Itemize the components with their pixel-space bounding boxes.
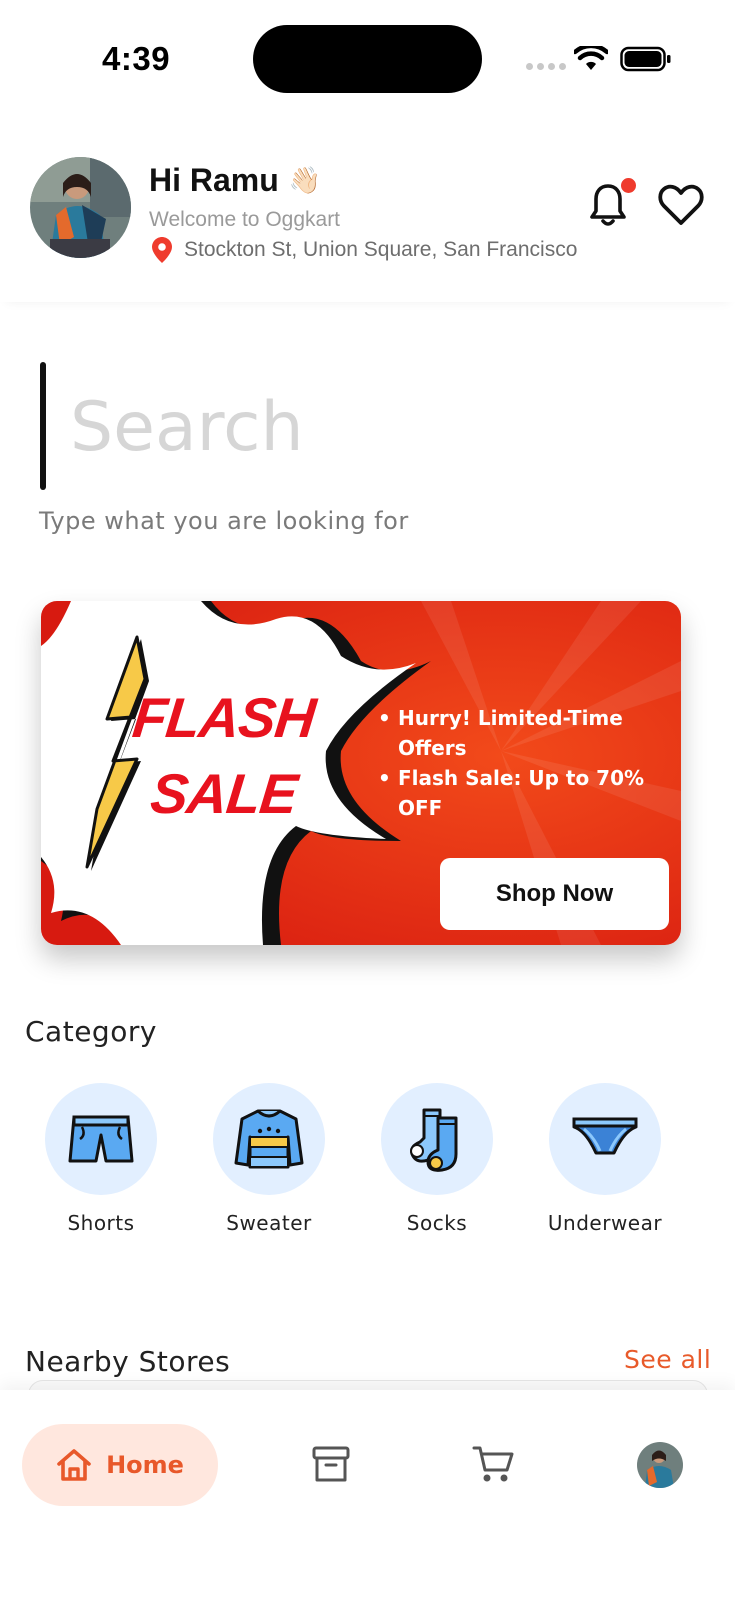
sweater-icon (234, 1109, 304, 1169)
wifi-icon (574, 46, 608, 70)
welcome-text: Welcome to Oggkart (149, 208, 341, 231)
offer-list: Hurry! Limited-Time Offers Flash Sale: U… (376, 703, 666, 823)
search-input[interactable] (70, 372, 690, 482)
status-time: 4:39 (102, 40, 171, 77)
bottom-navigation: Home (0, 1390, 735, 1600)
underwear-icon (572, 1117, 638, 1155)
wave-emoji-icon: 👋🏻 (288, 165, 322, 195)
category-icon-circle (45, 1083, 157, 1195)
category-icon-circle (549, 1083, 661, 1195)
category-label: Underwear (547, 1211, 663, 1235)
category-item-shorts[interactable]: Shorts (36, 1083, 166, 1235)
user-avatar[interactable] (30, 157, 131, 258)
flash-sale-banner[interactable]: FLASH SALE Hurry! Limited-Time Offers Fl… (41, 601, 681, 945)
flash-heading-line1: FLASH (129, 686, 318, 749)
shorts-icon (68, 1115, 134, 1163)
battery-icon (620, 46, 671, 72)
category-item-underwear[interactable]: Underwear (540, 1083, 670, 1235)
see-all-link[interactable]: See all (624, 1345, 711, 1374)
notification-badge (621, 178, 636, 193)
home-icon (57, 1449, 91, 1481)
dynamic-island (253, 25, 482, 93)
socks-icon (410, 1108, 458, 1172)
category-item-socks[interactable]: Socks (372, 1083, 502, 1235)
category-label: Shorts (67, 1211, 135, 1235)
greeting-text: Hi Ramu (149, 162, 279, 198)
search-cursor (40, 362, 46, 490)
shop-now-button[interactable]: Shop Now (440, 858, 669, 930)
location-row[interactable]: Stockton St, Union Square, San Francisco (152, 237, 577, 263)
archive-icon[interactable] (311, 1444, 351, 1484)
nearby-stores-heading: Nearby Stores (25, 1345, 231, 1378)
nav-profile-avatar[interactable] (637, 1442, 683, 1488)
location-text: Stockton St, Union Square, San Francisco (184, 238, 578, 261)
category-label: Sweater (226, 1211, 312, 1235)
location-pin-icon (152, 237, 172, 263)
search-section: Type what you are looking for (0, 302, 735, 562)
status-bar: 4:39 (0, 0, 735, 120)
category-label: Socks (406, 1211, 468, 1235)
flash-heading-line2: SALE (147, 762, 300, 825)
nav-home-button[interactable]: Home (22, 1424, 218, 1506)
category-heading: Category (25, 1015, 157, 1048)
cart-icon[interactable] (472, 1444, 514, 1484)
greeting-heading: Hi Ramu 👋🏻 (149, 162, 321, 199)
category-icon-circle (213, 1083, 325, 1195)
search-hint: Type what you are looking for (39, 507, 409, 535)
category-icon-circle (381, 1083, 493, 1195)
app-header: Hi Ramu 👋🏻 Welcome to Oggkart Stockton S… (0, 120, 735, 302)
category-item-sweater[interactable]: Sweater (204, 1083, 334, 1235)
nav-home-label: Home (106, 1451, 184, 1479)
wishlist-heart-icon[interactable] (658, 184, 704, 226)
offer-item: Flash Sale: Up to 70% OFF (376, 763, 666, 823)
cellular-signal-icon (526, 63, 566, 70)
offer-item: Hurry! Limited-Time Offers (376, 703, 666, 763)
